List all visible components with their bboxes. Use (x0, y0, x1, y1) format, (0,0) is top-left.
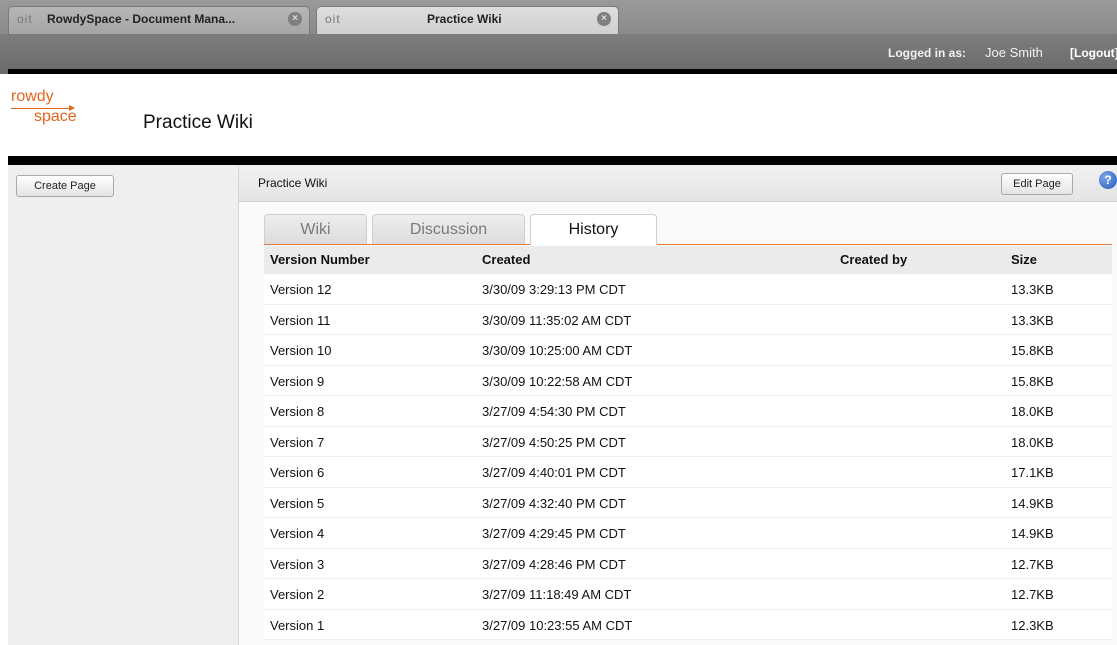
browser-tab-rowdyspace[interactable]: oit RowdySpace - Document Mana... × (8, 6, 310, 34)
page-tabs: Wiki Discussion History (264, 214, 1112, 245)
sidebar: Create Page (8, 165, 239, 645)
table-row[interactable]: Version 11 3/30/09 11:35:02 AM CDT 13.3K… (264, 304, 1112, 335)
logout-link[interactable]: [Logout] (1070, 46, 1117, 60)
table-row[interactable]: Version 12 3/30/09 3:29:13 PM CDT 13.3KB (264, 274, 1112, 305)
table-row[interactable]: Version 10 3/30/09 10:25:00 AM CDT 15.8K… (264, 335, 1112, 366)
tab-discussion[interactable]: Discussion (372, 214, 525, 244)
column-header-size: Size (1011, 252, 1038, 267)
table-row[interactable]: Version 8 3/27/09 4:54:30 PM CDT 18.0KB (264, 396, 1112, 427)
site-header: rowdy space Practice Wiki (8, 74, 1117, 156)
created-cell: 3/27/09 4:29:45 PM CDT (482, 526, 626, 541)
main-content: Wiki Discussion History Version Number C… (239, 202, 1117, 645)
column-header-created: Created (482, 252, 531, 267)
oit-favicon-icon: oit (325, 12, 341, 26)
table-row[interactable]: Version 7 3/27/09 4:50:25 PM CDT 18.0KB (264, 426, 1112, 457)
tab-history[interactable]: History (530, 214, 657, 245)
table-row[interactable]: Version 4 3/27/09 4:29:45 PM CDT 14.9KB (264, 518, 1112, 549)
tab-wiki[interactable]: Wiki (264, 214, 367, 244)
created-cell: 3/27/09 4:28:46 PM CDT (482, 556, 626, 572)
created-cell: 3/27/09 4:32:40 PM CDT (482, 495, 626, 511)
created-cell: 3/30/09 10:22:58 AM CDT (482, 373, 633, 389)
logo-text-bottom: space (34, 108, 77, 125)
version-link[interactable]: Version 12 (270, 282, 331, 297)
size-cell: 13.3KB (1011, 282, 1054, 297)
browser-tab-practice-wiki[interactable]: oit Practice Wiki × (316, 6, 619, 34)
logged-in-label: Logged in as: (888, 46, 966, 60)
created-cell: 3/30/09 11:35:02 AM CDT (482, 312, 632, 328)
version-link[interactable]: Version 10 (270, 343, 331, 358)
size-cell: 13.3KB (1011, 312, 1054, 328)
version-link[interactable]: Version 8 (270, 404, 324, 419)
size-cell: 12.7KB (1011, 556, 1054, 572)
size-cell: 14.9KB (1011, 495, 1054, 511)
content-toolbar: Practice Wiki Edit Page ? (239, 165, 1117, 202)
table-row[interactable]: Version 9 3/30/09 10:22:58 AM CDT 15.8KB (264, 365, 1112, 396)
help-icon[interactable]: ? (1099, 171, 1117, 189)
rowdyspace-logo[interactable]: rowdy space (11, 88, 81, 128)
created-cell: 3/27/09 10:23:55 AM CDT (482, 617, 633, 633)
size-cell: 12.3KB (1011, 617, 1054, 633)
table-row[interactable]: Version 1 3/27/09 10:23:55 AM CDT 12.3KB (264, 609, 1112, 640)
table-row[interactable]: Version 2 3/27/09 11:18:49 AM CDT 12.7KB (264, 579, 1112, 610)
size-cell: 12.7KB (1011, 587, 1054, 602)
version-link[interactable]: Version 1 (270, 618, 324, 633)
created-cell: 3/27/09 11:18:49 AM CDT (482, 587, 632, 602)
version-link[interactable]: Version 11 (270, 313, 330, 328)
version-link[interactable]: Version 6 (270, 465, 324, 480)
created-cell: 3/30/09 10:25:00 AM CDT (482, 343, 633, 358)
created-cell: 3/30/09 3:29:13 PM CDT (482, 282, 626, 297)
table-row[interactable]: Version 5 3/27/09 4:32:40 PM CDT 14.9KB (264, 487, 1112, 518)
oit-favicon-icon: oit (17, 12, 33, 26)
column-header-created-by: Created by (840, 252, 908, 267)
version-link[interactable]: Version 9 (270, 374, 324, 389)
table-header: Version Number Created Created by Size (264, 246, 1112, 274)
version-link[interactable]: Version 5 (270, 496, 324, 511)
close-tab-icon[interactable]: × (288, 12, 302, 26)
login-bar: Logged in as: Joe Smith [Logout] (0, 34, 1117, 74)
size-cell: 18.0KB (1011, 434, 1054, 450)
column-header-version: Version Number (270, 252, 370, 267)
close-tab-icon[interactable]: × (597, 12, 611, 26)
size-cell: 14.9KB (1011, 526, 1054, 541)
history-table: Version Number Created Created by Size V… (264, 246, 1112, 640)
logo-text-top: rowdy (11, 88, 54, 105)
breadcrumb: Practice Wiki (258, 176, 328, 190)
size-cell: 15.8KB (1011, 343, 1054, 358)
browser-tab-label: Practice Wiki (427, 12, 502, 26)
header-divider (8, 156, 1117, 165)
table-row[interactable]: Version 6 3/27/09 4:40:01 PM CDT 17.1KB (264, 457, 1112, 488)
user-name: Joe Smith (985, 45, 1043, 60)
size-cell: 18.0KB (1011, 404, 1054, 419)
browser-tab-label: RowdySpace - Document Mana... (47, 12, 236, 26)
size-cell: 17.1KB (1011, 465, 1054, 480)
version-link[interactable]: Version 7 (270, 435, 324, 450)
browser-tab-strip: oit RowdySpace - Document Mana... × oit … (0, 0, 1117, 35)
site-title: Practice Wiki (143, 112, 253, 133)
version-link[interactable]: Version 2 (270, 587, 324, 602)
version-link[interactable]: Version 4 (270, 526, 324, 541)
created-cell: 3/27/09 4:40:01 PM CDT (482, 465, 626, 480)
size-cell: 15.8KB (1011, 373, 1054, 389)
edit-page-button[interactable]: Edit Page (1001, 173, 1073, 195)
table-row[interactable]: Version 3 3/27/09 4:28:46 PM CDT 12.7KB (264, 548, 1112, 579)
create-page-button[interactable]: Create Page (16, 175, 114, 197)
created-cell: 3/27/09 4:50:25 PM CDT (482, 434, 626, 450)
version-link[interactable]: Version 3 (270, 557, 324, 572)
created-cell: 3/27/09 4:54:30 PM CDT (482, 404, 626, 419)
